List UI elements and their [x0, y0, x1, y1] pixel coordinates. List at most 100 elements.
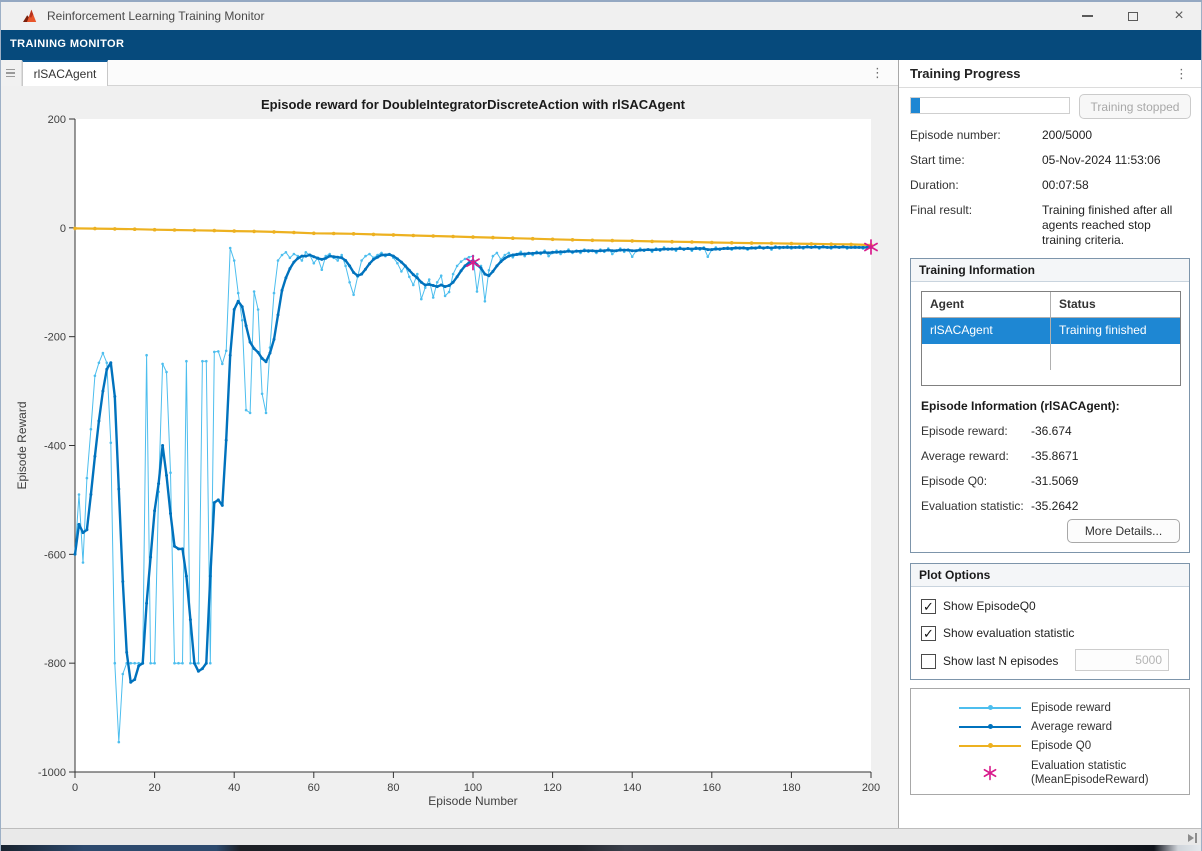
svg-text:180: 180 [782, 782, 800, 794]
agent-table-row[interactable]: rlSACAgent Training finished [922, 318, 1180, 344]
episode-q0-value: -31.5069 [1031, 474, 1078, 488]
legend-swatch [959, 726, 1021, 728]
expand-panel-icon[interactable] [1188, 833, 1197, 843]
svg-text:40: 40 [228, 782, 240, 794]
legend-label: Episode Q0 [1031, 740, 1091, 752]
chart-legend: Episode reward Average reward Episode Q0 [910, 688, 1190, 795]
n-episodes-input[interactable] [1075, 649, 1169, 671]
episode-information-title: Episode Information (rlSACAgent): [921, 399, 1120, 413]
tab-strip: rlSACAgent ⋮ [0, 60, 898, 86]
close-icon: × [1174, 8, 1183, 24]
ribbon: TRAINING MONITOR [0, 30, 1202, 60]
final-result-label: Final result: [910, 203, 972, 217]
evaluation-statistic-label: Evaluation statistic: [921, 499, 1024, 513]
status-bar [0, 828, 1202, 845]
taskbar-strip [0, 845, 1202, 851]
tab-drag-handle-icon[interactable] [0, 60, 22, 86]
maximize-button[interactable] [1110, 2, 1156, 30]
panel-divider[interactable] [898, 60, 899, 828]
status-column-header[interactable]: Status [1051, 292, 1180, 317]
training-information-group: Training Information Agent Status rlSACA… [910, 258, 1190, 553]
svg-text:60: 60 [308, 782, 320, 794]
svg-text:-1000: -1000 [38, 767, 66, 779]
legend-entry-evaluation-statistic: Evaluation statistic (MeanEpisodeReward) [959, 755, 1189, 791]
episode-number-value: 200/5000 [1042, 128, 1191, 143]
progress-bar [910, 97, 1070, 114]
show-evaluation-statistic-label: Show evaluation statistic [943, 626, 1074, 640]
plot-option-row[interactable]: ✓ Show EpisodeQ0 [921, 598, 1036, 614]
more-details-button[interactable]: More Details... [1067, 519, 1180, 543]
svg-text:200: 200 [48, 114, 66, 126]
panel-title: Training Progress [910, 66, 1021, 81]
legend-swatch [959, 707, 1021, 709]
training-progress-panel: Training Progress ⋮ Training stopped Epi… [899, 60, 1202, 828]
evaluation-statistic-value: -35.2642 [1031, 499, 1078, 513]
average-reward-value: -35.8671 [1031, 449, 1078, 463]
duration-value: 00:07:58 [1042, 178, 1191, 193]
svg-text:-600: -600 [44, 549, 66, 561]
plot-option-row[interactable]: Show last N episodes [921, 653, 1058, 669]
episode-q0-label: Episode Q0: [921, 474, 987, 488]
svg-text:0: 0 [72, 782, 78, 794]
agent-table-header: Agent Status [922, 292, 1180, 318]
tab-rlsacagent[interactable]: rlSACAgent [22, 60, 108, 86]
svg-text:140: 140 [623, 782, 641, 794]
chart-svg: 200 0 -200 -400 -600 -800 -1000 0 20 40 60 80 100 120… [0, 86, 898, 828]
agent-cell: rlSACAgent [922, 318, 1051, 344]
minimize-button[interactable] [1064, 2, 1110, 30]
svg-text:0: 0 [60, 223, 66, 235]
agent-table: Agent Status rlSACAgent Training finishe… [921, 291, 1181, 386]
maximize-icon [1128, 12, 1138, 21]
status-cell: Training finished [1051, 318, 1180, 344]
agent-column-header[interactable]: Agent [922, 292, 1051, 317]
show-last-n-episodes-label: Show last N episodes [943, 654, 1058, 668]
agent-table-empty-row [922, 344, 1180, 370]
svg-text:20: 20 [148, 782, 160, 794]
progress-bar-fill [911, 98, 920, 113]
window-title: Reinforcement Learning Training Monitor [47, 9, 264, 23]
training-stopped-button[interactable]: Training stopped [1079, 94, 1191, 119]
episode-reward-label: Episode reward: [921, 424, 1008, 438]
legend-label: Average reward [1031, 721, 1112, 733]
checkbox-box[interactable]: ✓ [921, 626, 936, 641]
plot-option-row[interactable]: ✓ Show evaluation statistic [921, 625, 1074, 641]
plot-options-group: Plot Options ✓ Show EpisodeQ0 ✓ Show eva… [910, 563, 1190, 680]
legend-entry-episode-q0: Episode Q0 [959, 736, 1189, 755]
duration-label: Duration: [910, 178, 959, 192]
svg-text:Episode Reward: Episode Reward [15, 401, 29, 489]
checkbox-box[interactable] [921, 654, 936, 669]
svg-text:80: 80 [387, 782, 399, 794]
show-episodeq0-label: Show EpisodeQ0 [943, 599, 1036, 613]
svg-text:Episode Number: Episode Number [428, 794, 517, 808]
ribbon-tab-training-monitor[interactable]: TRAINING MONITOR [0, 30, 134, 50]
svg-text:160: 160 [703, 782, 721, 794]
svg-text:-200: -200 [44, 332, 66, 344]
svg-text:-400: -400 [44, 441, 66, 453]
start-time-label: Start time: [910, 153, 965, 167]
window-left-border [0, 2, 1, 851]
legend-swatch [959, 745, 1021, 747]
tab-label: rlSACAgent [34, 67, 97, 81]
titlebar: Reinforcement Learning Training Monitor … [0, 2, 1202, 30]
start-time-value: 05-Nov-2024 11:53:06 [1042, 153, 1191, 168]
close-button[interactable]: × [1156, 2, 1202, 30]
legend-label: Evaluation statistic (MeanEpisodeReward) [1031, 759, 1149, 787]
tab-strip-menu-icon[interactable]: ⋮ [871, 66, 884, 79]
svg-text:120: 120 [543, 782, 561, 794]
checkbox-box[interactable]: ✓ [921, 599, 936, 614]
plot-options-header: Plot Options [911, 564, 1189, 587]
progress-row: Training stopped [910, 94, 1191, 119]
training-information-header: Training Information [911, 259, 1189, 282]
matlab-logo-icon [22, 9, 39, 24]
panel-menu-icon[interactable]: ⋮ [1175, 67, 1188, 80]
svg-text:Episode reward for DoubleInteg: Episode reward for DoubleIntegratorDiscr… [261, 97, 686, 112]
chart-document-area: 200 0 -200 -400 -600 -800 -1000 0 20 40 60 80 100 120… [0, 86, 898, 828]
episode-reward-value: -36.674 [1031, 424, 1072, 438]
panel-header: Training Progress ⋮ [899, 60, 1202, 88]
svg-text:200: 200 [862, 782, 880, 794]
svg-text:100: 100 [464, 782, 482, 794]
minimize-icon [1082, 15, 1093, 17]
legend-asterisk-icon [982, 765, 998, 781]
legend-entry-episode-reward: Episode reward [959, 698, 1189, 717]
svg-text:-800: -800 [44, 658, 66, 670]
